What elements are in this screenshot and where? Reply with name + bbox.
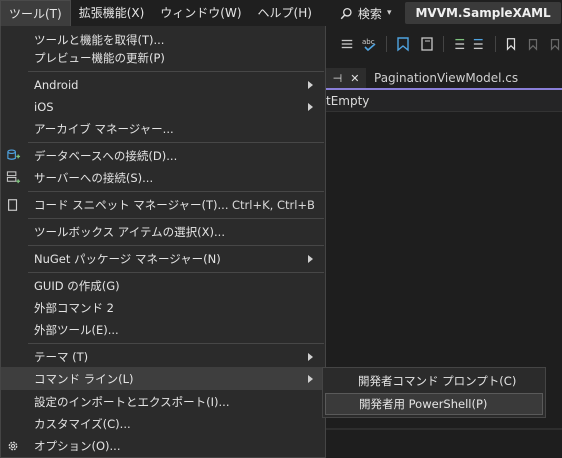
submenu-item-developer-command-prompt[interactable]: 開発者コマンド プロンプト(C) xyxy=(325,370,543,392)
menu-separator xyxy=(28,71,324,72)
menu-item-connect-server[interactable]: サーバーへの接続(S)... xyxy=(1,166,325,189)
menu-item-import-export-settings[interactable]: 設定のインポートとエクスポート(I)... xyxy=(1,390,325,413)
menu-bar: ツール(T) 拡張機能(X) ウィンドウ(W) ヘルプ(H) 検索 ▾ MVVM… xyxy=(0,0,562,26)
tab-pagination-viewmodel[interactable]: PaginationViewModel.cs xyxy=(366,68,526,88)
menu-item-label: カスタマイズ(C)... xyxy=(34,416,131,431)
menu-separator xyxy=(28,142,324,143)
menu-item-android[interactable]: Android xyxy=(1,73,325,96)
menu-item-label: アーカイブ マネージャー... xyxy=(34,121,174,136)
bookmark-icon[interactable] xyxy=(504,36,518,52)
svg-text:abc: abc xyxy=(362,38,375,46)
menu-item-ios[interactable]: iOS xyxy=(1,95,325,118)
menu-item-label: GUID の作成(G) xyxy=(34,278,120,293)
server-connect-icon xyxy=(5,170,21,186)
bookmark-forward-icon[interactable] xyxy=(548,36,562,52)
submenu-item-developer-powershell[interactable]: 開発者用 PowerShell(P) xyxy=(325,393,543,415)
chevron-down-icon: ▾ xyxy=(386,8,392,18)
search-button[interactable]: 検索 ▾ xyxy=(334,0,398,26)
menu-item-preview-features[interactable]: プレビュー機能の更新(P) xyxy=(1,46,325,69)
close-icon[interactable]: ✕ xyxy=(350,72,359,85)
menu-item-label: 設定のインポートとエクスポート(I)... xyxy=(34,394,230,409)
menu-item-label: コード スニペット マネージャー(T)... xyxy=(34,197,229,212)
bookmark-next-icon[interactable] xyxy=(395,36,411,52)
menu-item-label: NuGet パッケージ マネージャー(N) xyxy=(34,251,221,266)
toolbar-divider xyxy=(442,36,444,52)
menu-item-toolbox-items[interactable]: ツールボックス アイテムの選択(X)... xyxy=(1,220,325,243)
comment-lines-icon[interactable] xyxy=(340,36,354,52)
pin-icon[interactable]: ⊣ xyxy=(333,72,343,85)
search-label: 検索 xyxy=(357,6,382,21)
menu-item-options[interactable]: オプション(O)... xyxy=(1,434,325,457)
solution-title: MVVM.SampleXAML xyxy=(405,2,561,24)
menu-separator xyxy=(28,343,324,344)
menu-help[interactable]: ヘルプ(H) xyxy=(250,0,320,26)
menu-tools[interactable]: ツール(T) xyxy=(0,0,71,26)
submenu-arrow-icon xyxy=(308,80,313,89)
menu-item-label: 外部コマンド 2 xyxy=(34,300,114,315)
menu-item-theme[interactable]: テーマ (T) xyxy=(1,345,325,368)
menu-separator xyxy=(28,245,324,246)
menu-item-label: オプション(O)... xyxy=(34,438,121,453)
tab-pinned[interactable]: ⊣ ✕ xyxy=(326,68,366,88)
submenu-arrow-icon xyxy=(308,374,313,383)
menu-item-label: Android xyxy=(34,77,79,92)
submenu-arrow-icon xyxy=(308,254,313,263)
menu-window[interactable]: ウィンドウ(W) xyxy=(152,0,249,26)
gear-icon xyxy=(5,438,21,454)
toolbar-divider xyxy=(495,36,497,52)
menu-item-customize[interactable]: カスタマイズ(C)... xyxy=(1,412,325,435)
bookmark-prev-icon[interactable] xyxy=(419,36,435,52)
menu-item-external-tools[interactable]: 外部ツール(E)... xyxy=(1,318,325,341)
database-connect-icon xyxy=(5,148,21,164)
code-member-name: tEmpty xyxy=(326,94,370,108)
menu-item-label: サーバーへの接続(S)... xyxy=(34,170,154,185)
menu-item-shortcut: Ctrl+K, Ctrl+B xyxy=(232,197,315,212)
menu-item-external-command-2[interactable]: 外部コマンド 2 xyxy=(1,296,325,319)
menu-item-archive-manager[interactable]: アーカイブ マネージャー... xyxy=(1,117,325,140)
menu-item-label: ツールボックス アイテムの選択(X)... xyxy=(34,224,225,239)
menu-item-code-snippets[interactable]: コード スニペット マネージャー(T)... Ctrl+K, Ctrl+B xyxy=(1,193,325,216)
menu-item-create-guid[interactable]: GUID の作成(G) xyxy=(1,274,325,297)
submenu-arrow-icon xyxy=(308,102,313,111)
submenu-item-label: 開発者用 PowerShell(P) xyxy=(359,397,488,411)
code-navigation-bar[interactable]: tEmpty xyxy=(326,90,562,112)
snippet-icon xyxy=(5,197,21,213)
submenu-item-label: 開発者コマンド プロンプト(C) xyxy=(358,374,517,388)
menu-separator xyxy=(28,218,324,219)
menu-separator xyxy=(28,272,324,273)
bookmark-back-icon[interactable] xyxy=(526,36,540,52)
document-tabs: ⊣ ✕ PaginationViewModel.cs xyxy=(326,68,562,88)
menu-item-label: プレビュー機能の更新(P) xyxy=(34,50,165,65)
menu-item-label: コマンド ライン(L) xyxy=(34,371,134,386)
menu-item-label: 外部ツール(E)... xyxy=(34,322,119,337)
menu-item-command-line[interactable]: コマンド ライン(L) xyxy=(1,367,325,390)
search-icon xyxy=(340,7,352,19)
menu-separator xyxy=(28,191,324,192)
menu-item-label: iOS xyxy=(34,99,54,114)
outdent-icon[interactable] xyxy=(473,36,487,52)
menu-item-label: テーマ (T) xyxy=(34,349,89,364)
submenu-arrow-icon xyxy=(308,352,313,361)
menu-extensions[interactable]: 拡張機能(X) xyxy=(71,0,153,26)
menu-item-label: データベースへの接続(D)... xyxy=(34,148,178,163)
menu-item-connect-database[interactable]: データベースへの接続(D)... xyxy=(1,144,325,167)
tools-menu: ツールと機能を取得(T)... プレビュー機能の更新(P) Android iO… xyxy=(0,26,326,458)
toolbar: abc xyxy=(326,28,562,60)
toolbar-divider xyxy=(386,36,387,52)
editor-divider xyxy=(326,428,562,430)
spell-check-icon[interactable]: abc xyxy=(362,36,378,52)
command-line-submenu: 開発者コマンド プロンプト(C) 開発者用 PowerShell(P) xyxy=(322,367,546,418)
menu-item-nuget[interactable]: NuGet パッケージ マネージャー(N) xyxy=(1,247,325,270)
indent-icon[interactable] xyxy=(451,36,465,52)
